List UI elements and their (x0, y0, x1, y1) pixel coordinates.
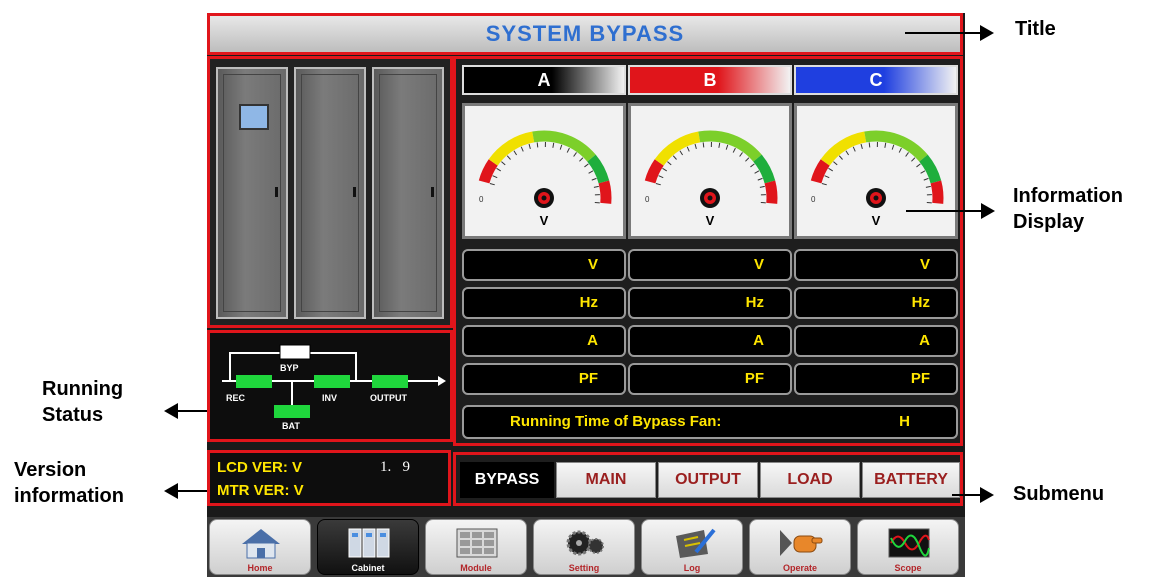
inv-label: INV (322, 393, 338, 403)
version-panel: LCD VER: V 1. 9 MTR VER: V (207, 450, 451, 506)
voltmeter-dial-icon: 0V (478, 130, 612, 228)
inv-block (314, 375, 350, 388)
lcd-version: LCD VER: V (217, 459, 303, 476)
cabinet-unit (372, 67, 444, 319)
callout-version-line1: Version (14, 459, 87, 481)
phase-a-header: A (462, 65, 626, 95)
bat-block (274, 405, 310, 418)
submenu-tab-battery[interactable]: BATTERY (862, 462, 960, 498)
callout-running-line2: Status (42, 404, 104, 426)
module-icon (456, 528, 498, 558)
nav-operate-button[interactable]: Operate (749, 519, 851, 575)
callout-title: Title (1015, 18, 1056, 40)
phase-c-pf-value: PF (794, 363, 958, 395)
arrow-left-icon (164, 483, 178, 499)
voltmeter-dial-icon: 0V (810, 130, 944, 228)
callout-information-line1: Information (1013, 185, 1123, 207)
nav-module-button[interactable]: Module (425, 519, 527, 575)
phase-b-voltage-gauge: 0V (628, 103, 792, 239)
phase-c-current-value: A (794, 325, 958, 357)
gauge-zero-label: 0 (645, 195, 650, 204)
phase-c-voltage-gauge: 0V (794, 103, 958, 239)
rec-label: REC (226, 393, 246, 403)
submenu-tab-output[interactable]: OUTPUT (658, 462, 758, 498)
rec-block (236, 375, 272, 388)
submenu: BYPASS MAIN OUTPUT LOAD BATTERY (453, 452, 963, 506)
phase-b-frequency-value: Hz (628, 287, 792, 319)
arrow-right-icon (980, 25, 994, 41)
callout-submenu: Submenu (1013, 483, 1105, 505)
voltmeter-dial-icon: 0V (644, 130, 778, 228)
gear-icon (566, 530, 604, 556)
running-time-label: Running Time of Bypass Fan: (510, 413, 722, 430)
running-time-unit: H (899, 413, 910, 430)
running-status-diagram (222, 344, 446, 418)
page-title: SYSTEM BYPASS (485, 21, 685, 46)
phase-a-frequency-value: Hz (462, 287, 626, 319)
oscilloscope-icon (888, 528, 930, 558)
arrow-right-icon (981, 203, 995, 219)
bat-label: BAT (282, 421, 300, 431)
gauge-unit-label: V (540, 213, 549, 228)
callout-arrow (905, 32, 985, 34)
submenu-tab-main[interactable]: MAIN (556, 462, 656, 498)
submenu-tab-bypass[interactable]: BYPASS (460, 462, 554, 498)
phase-b-current-value: A (628, 325, 792, 357)
phase-b-voltage-value: V (628, 249, 792, 281)
operate-hand-icon (780, 530, 823, 556)
phase-c-header: C (794, 65, 958, 95)
mtr-version: MTR VER: V (217, 482, 304, 499)
arrow-right-icon (980, 487, 994, 503)
home-icon (242, 529, 280, 559)
title-bar: SYSTEM BYPASS (207, 13, 963, 55)
log-icon (676, 528, 716, 558)
bypass-fan-running-time: Running Time of Bypass Fan: H (462, 405, 958, 439)
running-status-panel: BYP REC INV OUTPUT BAT (207, 330, 453, 442)
nav-scope-button[interactable]: Scope (857, 519, 959, 575)
callout-information-line2: Display (1013, 211, 1085, 233)
nav-home-button[interactable]: Home (209, 519, 311, 575)
phase-a-pf-value: PF (462, 363, 626, 395)
nav-cabinet-button[interactable]: Cabinet (317, 519, 419, 575)
cabinet-unit (294, 67, 366, 319)
callout-arrow (906, 210, 986, 212)
cabinet-lcd-icon (239, 104, 269, 130)
bottom-navigation: Home Cabinet Module Setting Log Operate … (207, 517, 965, 577)
nav-log-button[interactable]: Log (641, 519, 743, 575)
phase-b-pf-value: PF (628, 363, 792, 395)
phase-a-voltage-value: V (462, 249, 626, 281)
phase-c-voltage-value: V (794, 249, 958, 281)
callout-version-line2: information (14, 485, 124, 507)
phase-c-frequency-value: Hz (794, 287, 958, 319)
gauge-zero-label: 0 (479, 195, 484, 204)
arrow-left-icon (164, 403, 178, 419)
phase-a-voltage-gauge: 0V (462, 103, 626, 239)
lcd-version-number: 1. 9 (380, 459, 410, 475)
gauge-zero-label: 0 (811, 195, 816, 204)
information-display: A B C 0V 0V 0V V V V Hz Hz Hz A A A PF P… (453, 56, 963, 446)
cabinet-image-panel (207, 56, 453, 328)
submenu-tab-load[interactable]: LOAD (760, 462, 860, 498)
gauge-unit-label: V (706, 213, 715, 228)
output-label: OUTPUT (370, 393, 407, 403)
phase-a-current-value: A (462, 325, 626, 357)
callout-running-line1: Running (42, 378, 124, 400)
cabinet-icon (348, 528, 390, 558)
gauge-unit-label: V (872, 213, 881, 228)
output-block (372, 375, 408, 388)
phase-b-header: B (628, 65, 792, 95)
nav-setting-button[interactable]: Setting (533, 519, 635, 575)
byp-label: BYP (280, 363, 299, 373)
cabinet-unit (216, 67, 288, 319)
